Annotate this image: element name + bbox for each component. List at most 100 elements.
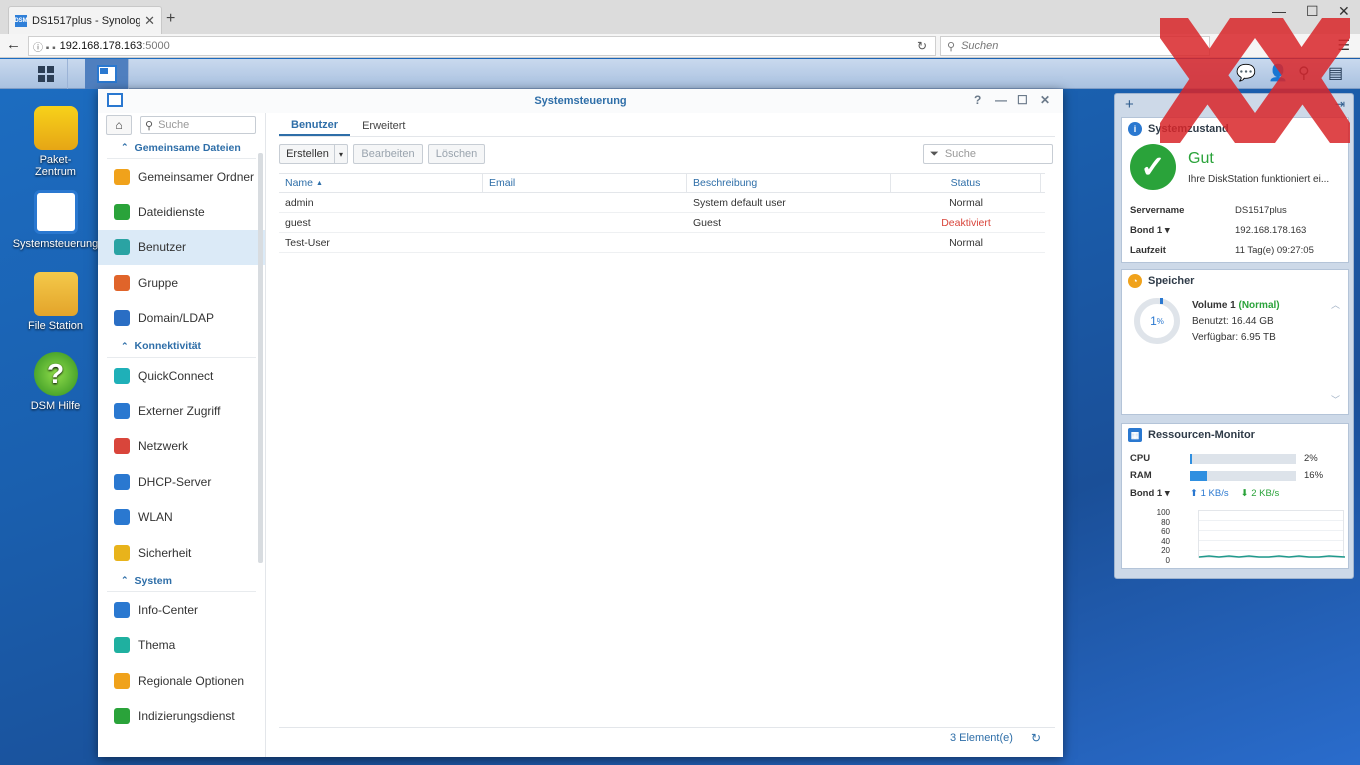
- browser-tab-title: DS1517plus - Synology DiskS: [32, 14, 141, 27]
- taskbar-control-panel-button[interactable]: [85, 59, 129, 89]
- sidebar-item[interactable]: Netzwerk: [98, 429, 265, 464]
- domain-icon: [114, 310, 130, 327]
- info-icon: [114, 601, 130, 618]
- table-cell-name: Test-User: [285, 236, 330, 249]
- scroll-down-icon[interactable]: ﹀: [1331, 393, 1340, 406]
- column-header-email[interactable]: Email: [483, 174, 687, 192]
- sidebar-item[interactable]: Regionale Optionen: [98, 663, 265, 698]
- minimize-icon[interactable]: —: [995, 93, 1007, 107]
- shared-folder-icon: [114, 168, 130, 185]
- usage-percent: 1: [1150, 314, 1157, 328]
- close-icon[interactable]: ✕: [1040, 93, 1050, 107]
- kv-value: 192.168.178.163: [1235, 224, 1307, 236]
- column-header-description[interactable]: Beschreibung: [687, 174, 891, 192]
- table-cell-desc: System default user: [693, 196, 786, 209]
- home-button[interactable]: ⌂: [106, 115, 132, 135]
- sidebar-item[interactable]: Dateidienste: [98, 194, 265, 229]
- edit-button[interactable]: Bearbeiten: [353, 144, 423, 164]
- table-row[interactable]: guest Guest Deaktiviert: [279, 213, 1045, 233]
- sidebar-item-label: Dateidienste: [138, 205, 205, 220]
- sidebar-item[interactable]: Thema: [98, 628, 265, 663]
- maximize-icon[interactable]: ☐: [1017, 93, 1028, 107]
- table-cell-email: [483, 213, 687, 232]
- browser-search-field[interactable]: ⚲ Suchen: [940, 36, 1210, 56]
- desktop-label: Paket- Zentrum: [35, 154, 76, 178]
- sidebar-section-label: System: [134, 574, 172, 587]
- help-icon[interactable]: ?: [974, 93, 981, 107]
- refresh-icon[interactable]: ↻: [1031, 731, 1041, 745]
- add-widget-icon[interactable]: +: [1125, 96, 1134, 113]
- sidebar-item[interactable]: Gruppe: [98, 265, 265, 300]
- sidebar-item[interactable]: Info-Center: [98, 592, 265, 627]
- network-chart: 100 80 60 40 20 0: [1132, 508, 1346, 565]
- tab-benutzer[interactable]: Benutzer: [279, 113, 351, 136]
- user-icon[interactable]: 👤: [1268, 63, 1288, 83]
- network-line: [1198, 555, 1346, 558]
- table-cell-status: Normal: [949, 236, 983, 249]
- sidebar-section-header[interactable]: ⌃ System: [107, 570, 256, 593]
- chat-icon[interactable]: 💬: [1236, 63, 1256, 83]
- sidebar-item-label: Gemeinsamer Ordner: [138, 169, 255, 184]
- desktop-control-panel[interactable]: Systemsteuerung: [8, 190, 103, 250]
- back-arrow-icon[interactable]: ←: [6, 36, 21, 53]
- dhcp-icon: [114, 473, 130, 490]
- desktop-file-station[interactable]: File Station: [8, 272, 103, 332]
- sidebar-section-header[interactable]: ⌃ Konnektivität: [107, 336, 256, 358]
- table-cell-desc: [687, 233, 891, 252]
- create-button[interactable]: Erstellen: [279, 144, 335, 164]
- widgets-toggle-icon[interactable]: ▤: [1328, 63, 1343, 83]
- table-row[interactable]: admin System default user Normal: [279, 193, 1045, 213]
- new-tab-icon[interactable]: +: [166, 10, 175, 28]
- sidebar-search-input[interactable]: ⚲ Suche: [140, 116, 256, 134]
- main-menu-button[interactable]: [24, 59, 68, 89]
- sidebar-item[interactable]: Domain/LDAP: [98, 301, 265, 336]
- column-header-name[interactable]: Name ▲: [279, 174, 483, 192]
- control-panel-window: Systemsteuerung ? — ☐ ✕ ⌂ ⚲ Suche ⌃ Gemei…: [98, 89, 1063, 757]
- desktop-dsm-help[interactable]: ? DSM Hilfe: [8, 352, 103, 412]
- bond-dropdown[interactable]: Bond 1 ▾: [1130, 488, 1190, 499]
- table-cell-name: admin: [285, 196, 314, 209]
- url-field[interactable]: ⓘ ▪ ▪ 192.168.178.163 :5000 ↻: [28, 36, 936, 56]
- window-header[interactable]: Systemsteuerung ? — ☐ ✕: [98, 89, 1063, 113]
- minimize-window-icon[interactable]: —: [1272, 3, 1286, 19]
- delete-button[interactable]: Löschen: [428, 144, 485, 164]
- home-icon: ⌂: [115, 118, 123, 132]
- sidebar-item[interactable]: Externer Zugriff: [98, 393, 265, 428]
- desktop-package-center[interactable]: Paket- Zentrum: [8, 106, 103, 178]
- tab-erweitert[interactable]: Erweitert: [350, 113, 417, 136]
- scroll-up-icon[interactable]: ︿: [1331, 298, 1340, 311]
- dsm-taskbar: 💬 👤 ⚲ ▤: [0, 59, 1360, 89]
- sidebar-item[interactable]: Benutzer: [98, 229, 265, 266]
- volume-free: Verfügbar: 6.95 TB: [1192, 332, 1276, 343]
- reload-icon[interactable]: ↻: [917, 39, 927, 53]
- table-row[interactable]: Test-User Normal: [279, 233, 1045, 253]
- hamburger-menu-icon[interactable]: ☰: [1337, 37, 1350, 54]
- cpu-label: CPU: [1130, 453, 1151, 464]
- sidebar-item[interactable]: Gemeinsamer Ordner: [98, 159, 265, 194]
- close-tab-icon[interactable]: ✕: [144, 13, 155, 29]
- bond-dropdown[interactable]: Bond 1 ▾: [1130, 225, 1235, 236]
- sidebar-item-label: Sicherheit: [138, 545, 192, 560]
- browser-tab[interactable]: DSM DS1517plus - Synology DiskS ✕: [8, 6, 162, 34]
- ram-label: RAM: [1130, 470, 1152, 481]
- sidebar-section-header[interactable]: ⌃ Gemeinsame Dateien: [107, 137, 256, 159]
- table-header: Name ▲ Email Beschreibung Status: [279, 173, 1045, 193]
- close-window-icon[interactable]: ✕: [1338, 3, 1350, 20]
- sidebar-item[interactable]: QuickConnect: [98, 358, 265, 393]
- url-host: 192.168.178.163: [59, 40, 143, 52]
- sidebar-item-label: Indizierungsdienst: [138, 709, 235, 724]
- site-info-icon[interactable]: ⓘ ▪ ▪: [33, 39, 56, 54]
- pin-panel-icon[interactable]: ⇥: [1335, 97, 1345, 111]
- create-dropdown-button[interactable]: ▾: [334, 144, 348, 164]
- user-search-input[interactable]: ⏷ Suche: [923, 144, 1053, 164]
- sidebar-item[interactable]: Sicherheit: [98, 535, 265, 570]
- sidebar-item[interactable]: WLAN: [98, 500, 265, 535]
- column-header-status[interactable]: Status: [891, 174, 1041, 192]
- sidebar-item[interactable]: DHCP-Server: [98, 464, 265, 499]
- sidebar-scrollbar[interactable]: [258, 153, 263, 563]
- maximize-window-icon[interactable]: ☐: [1306, 3, 1319, 20]
- checkmark-icon: ✓: [1130, 144, 1176, 190]
- search-icon[interactable]: ⚲: [1298, 63, 1310, 83]
- sidebar-item[interactable]: Indizierungsdienst: [98, 698, 265, 733]
- sidebar-section-label: Konnektivität: [134, 340, 202, 353]
